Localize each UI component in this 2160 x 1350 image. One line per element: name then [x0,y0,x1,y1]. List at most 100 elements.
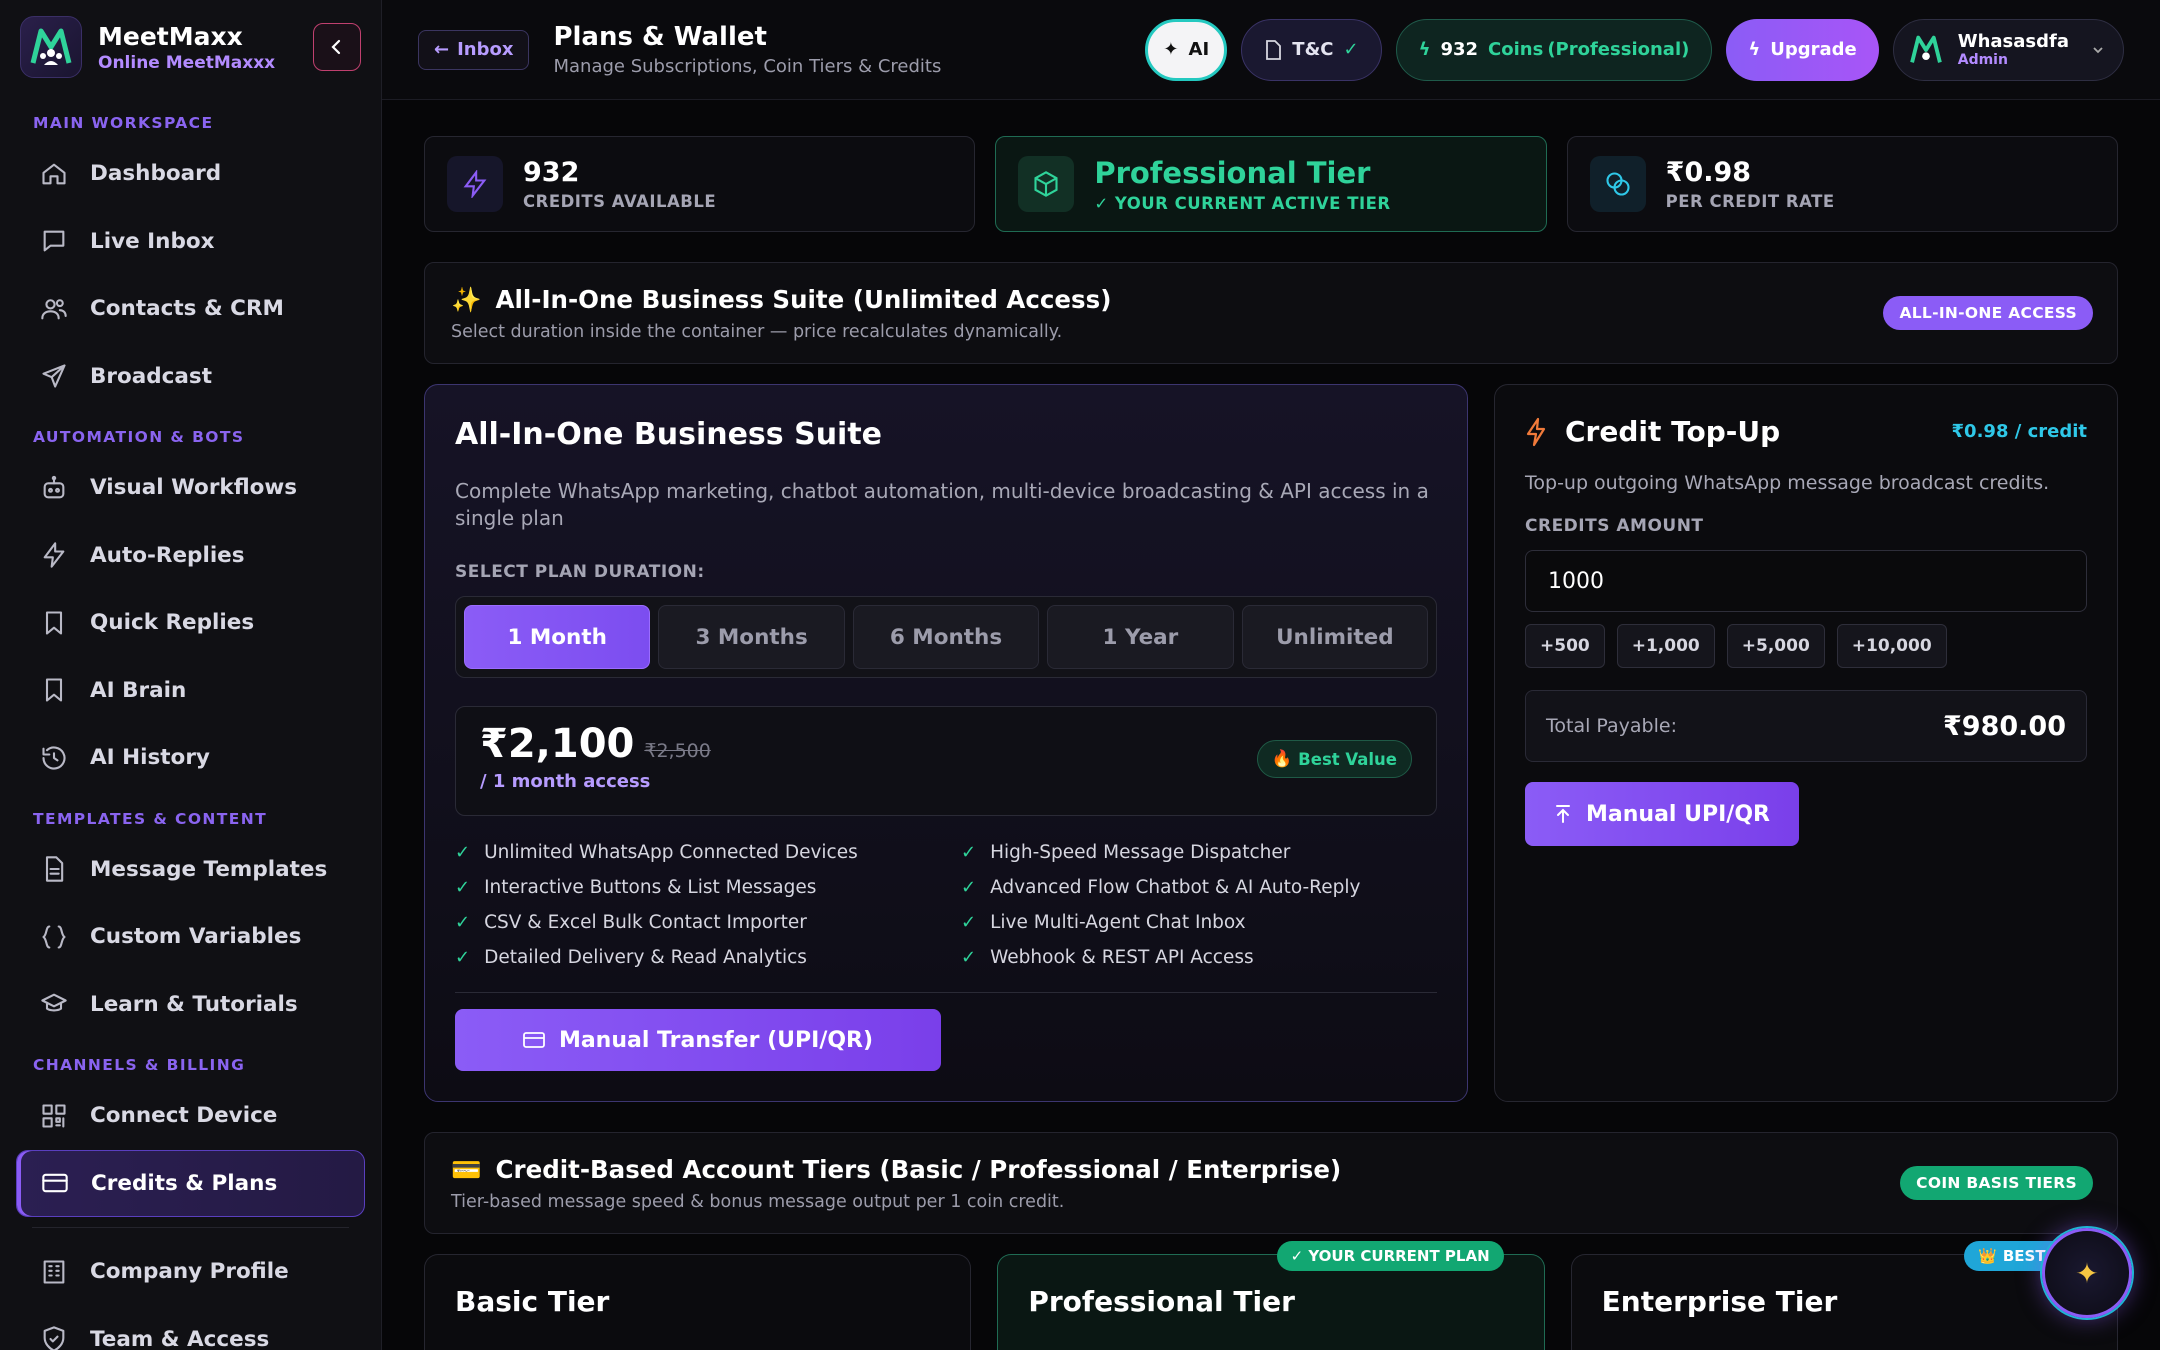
sidebar-item-learn-tutorials[interactable]: Learn & Tutorials [16,971,365,1039]
tier-card-basic: Basic Tier [424,1254,972,1350]
sidebar-item-label: Team & Access [90,1326,270,1350]
sparkle-icon: ✦ [1163,39,1179,60]
feature-label: Live Multi-Agent Chat Inbox [990,912,1246,933]
manual-transfer-label: Manual Transfer (UPI/QR) [558,1027,874,1053]
sidebar-item-label: Dashboard [90,161,222,187]
list-item: ✓ Webhook & REST API Access [961,947,1437,968]
manual-upi-button[interactable]: Manual UPI/QR [1525,782,1799,846]
sidebar-item-quick-replies[interactable]: Quick Replies [16,589,365,657]
ai-label: AI [1188,39,1210,60]
ai-button[interactable]: ✦ AI [1145,18,1228,81]
sidebar-item-contacts[interactable]: Contacts & CRM [16,275,365,343]
sidebar-item-visual-workflows[interactable]: Visual Workflows [16,454,365,522]
topup-description: Top-up outgoing WhatsApp message broadca… [1525,472,2050,494]
check-icon: ✓ [961,947,977,968]
sidebar-item-message-templates[interactable]: Message Templates [16,836,365,904]
stat-label: ✓ YOUR CURRENT ACTIVE TIER [1094,193,1391,213]
ai-assistant-fab[interactable]: ✦ [2042,1228,2132,1318]
feature-list: ✓ Unlimited WhatsApp Connected Devices ✓ H… [455,842,1437,993]
upgrade-button[interactable]: ϟ Upgrade [1726,18,1879,81]
chat-icon [43,230,65,252]
sidebar-item-label: Custom Variables [90,924,302,950]
duration-option[interactable]: 6 Months [852,605,1040,669]
stat-value: Professional Tier [1094,155,1371,190]
manual-transfer-button[interactable]: Manual Transfer (UPI/QR) [455,1009,941,1071]
avatar [1906,30,1946,70]
qr-code-icon [42,1104,66,1128]
tier-title: Basic Tier [455,1285,610,1318]
duration-option[interactable]: Unlimited [1241,605,1429,669]
sidebar: MeetMaxx Online MeetMaxxx MAIN WORKSPACE… [0,0,382,1350]
quick-amount-chip[interactable]: +1,000 [1616,624,1715,668]
lightning-icon: ϟ [1748,39,1761,60]
sidebar-item-label: Contacts & CRM [90,296,284,322]
stat-credits: 932 CREDITS AVAILABLE [424,136,976,232]
feature-label: Unlimited WhatsApp Connected Devices [484,842,858,863]
terms-button[interactable]: T&C ✓ [1241,18,1382,81]
best-value-badge: 🔥 Best Value [1256,740,1412,778]
sidebar-item-connect-device[interactable]: Connect Device [16,1082,365,1150]
back-label: Inbox [457,39,514,60]
coins-balance-button[interactable]: ϟ 932 Coins (Professional) [1395,18,1713,81]
page-title: Plans & Wallet [553,22,767,52]
coin-basis-badge: COIN BASIS TIERS [1900,1166,2093,1200]
user-menu[interactable]: Whasasdfa Admin [1892,18,2124,81]
coins-icon [1589,156,1646,212]
sparkle-icon: ✨ [451,285,482,314]
page-header: Plans & Wallet Manage Subscriptions, Coi… [553,22,941,77]
stat-value: 932 [523,157,580,188]
quick-amount-chips: +500 +1,000 +5,000 +10,000 [1525,624,2087,668]
crown-icon: 👑 [1978,1247,1997,1265]
cube-icon [1018,156,1075,212]
nav-section-title: MAIN WORKSPACE [33,114,214,132]
check-icon: ✓ [961,912,977,933]
sidebar-item-company-profile[interactable]: Company Profile [16,1238,365,1306]
credits-amount-input[interactable]: 1000 [1525,550,2087,612]
collapse-sidebar-button[interactable] [313,23,361,71]
duration-label: SELECT PLAN DURATION: [455,562,705,582]
tier-cards: Basic Tier ✓ YOUR CURRENT PLAN Professio… [424,1241,2118,1350]
banner-title: All-In-One Business Suite (Unlimited Acc… [495,285,1112,314]
suite-description: Complete WhatsApp marketing, chatbot aut… [455,479,1429,530]
tier-title: Enterprise Tier [1601,1285,1838,1318]
quick-amount-chip[interactable]: +5,000 [1726,624,1825,668]
sidebar-item-team-access[interactable]: Team & Access [16,1306,365,1350]
sparkle-icon: ✦ [2075,1256,2099,1290]
quick-amount-chip[interactable]: +10,000 [1836,624,1947,668]
duration-option[interactable]: 3 Months [658,605,845,669]
topup-rate: ₹0.98 / credit [1951,421,2087,442]
tier-title: Professional Tier [1028,1285,1295,1318]
sidebar-item-broadcast[interactable]: Broadcast [16,343,365,411]
sidebar-item-credits-plans[interactable]: Credits & Plans [16,1149,365,1217]
lightning-icon [43,542,65,568]
main-content: ← Inbox Plans & Wallet Manage Subscripti… [382,0,2160,1350]
back-to-inbox-button[interactable]: ← Inbox [418,29,530,70]
plans-row: All-In-One Business Suite Complete Whats… [424,384,2118,1102]
sidebar-item-ai-history[interactable]: AI History [16,724,365,792]
history-icon [42,746,66,770]
duration-option[interactable]: 1 Month [464,605,651,669]
user-role: Admin [1957,52,2008,68]
price-current: ₹2,100 [480,721,635,767]
list-item: ✓ Live Multi-Agent Chat Inbox [961,912,1437,933]
sidebar-item-ai-brain[interactable]: AI Brain [16,657,365,725]
stat-rate: ₹0.98 PER CREDIT RATE [1566,136,2118,232]
quick-amount-chip[interactable]: +500 [1525,624,1605,668]
brand-name: MeetMaxx [98,21,243,51]
stat-label: PER CREDIT RATE [1665,192,1835,211]
sidebar-item-auto-replies[interactable]: Auto-Replies [16,522,365,590]
sidebar-item-dashboard[interactable]: Dashboard [16,140,365,208]
sidebar-item-custom-variables[interactable]: Custom Variables [16,903,365,971]
sidebar-item-live-inbox[interactable]: Live Inbox [16,208,365,276]
fire-icon: 🔥 [1271,749,1293,768]
feature-label: Interactive Buttons & List Messages [484,877,817,898]
building-icon [43,1260,65,1284]
content-area: 932 CREDITS AVAILABLE Professional Tier … [382,100,2160,1350]
sidebar-item-label: Message Templates [90,856,328,882]
bot-icon [43,475,65,499]
suite-card: All-In-One Business Suite Complete Whats… [424,384,1468,1102]
coins-label: Coins [1488,39,1544,60]
duration-option[interactable]: 1 Year [1047,605,1234,669]
nav-section-title: CHANNELS & BILLING [33,1056,246,1074]
duration-selector: 1 Month 3 Months 6 Months 1 Year Unlimit… [455,596,1437,678]
